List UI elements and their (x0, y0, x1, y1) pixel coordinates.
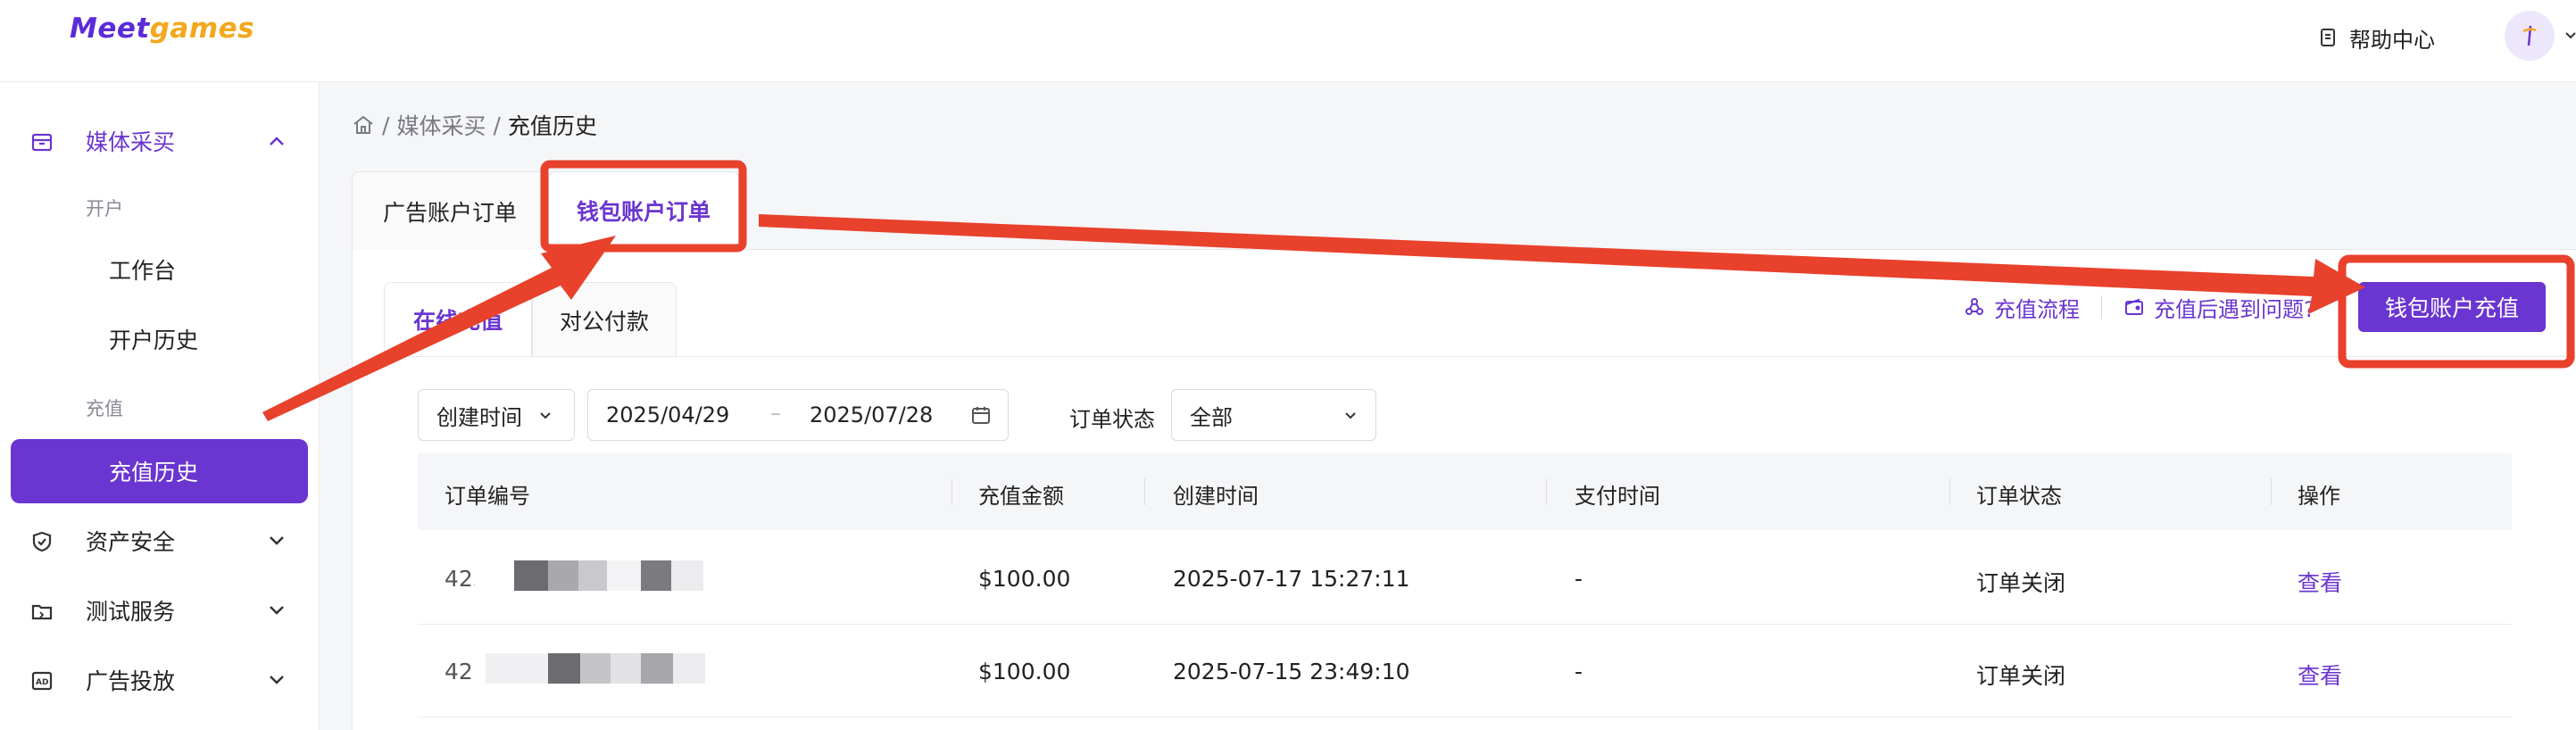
home-icon[interactable] (352, 113, 375, 137)
recharge-flow-link[interactable]: 充值流程 (1964, 292, 2080, 323)
order-status-select[interactable]: 全部 (1171, 389, 1376, 441)
col-amount: 充值金额 (978, 484, 1064, 509)
sidebar-item-open-history[interactable]: 开户历史 (109, 323, 198, 355)
sidebar-item-ad-delivery[interactable]: AD 广告投放 (0, 653, 320, 707)
created-time: 2025-07-17 15:27:11 (1173, 566, 1410, 592)
sidebar-item-asset-security[interactable]: 资产安全 (0, 514, 320, 568)
order-type-tabs: 广告账户订单 钱包账户订单 (352, 171, 2576, 250)
flow-icon (1965, 298, 1983, 315)
calendar-icon (972, 407, 990, 424)
ad-icon: AD (31, 671, 53, 691)
tab-wallet-account-orders[interactable]: 钱包账户订单 (548, 171, 739, 250)
redacted-order-number (475, 560, 703, 591)
date-start[interactable]: 2025/04/29 (606, 402, 729, 427)
tab-divider (384, 356, 2576, 357)
chevron-down-icon (270, 536, 284, 545)
amount: $100.00 (978, 566, 1071, 592)
date-end[interactable]: 2025/07/28 (810, 402, 933, 427)
shield-icon (32, 531, 52, 552)
breadcrumb-media[interactable]: 媒体采买 (396, 109, 486, 141)
avatar-glyph-icon (2522, 25, 2537, 46)
sidebar-item-test-service[interactable]: 测试服务 (0, 584, 320, 637)
sidebar-item-workbench[interactable]: 工作台 (109, 253, 176, 286)
view-link[interactable]: 查看 (2298, 566, 2342, 598)
document-icon (2321, 29, 2335, 46)
recharge-problem-link[interactable]: 充值后遇到问题? (2123, 292, 2315, 323)
view-link[interactable]: 查看 (2298, 659, 2342, 691)
sidebar-item-recharge-history[interactable]: 充值历史 (11, 439, 308, 503)
link-separator (2101, 295, 2102, 319)
created-time: 2025-07-15 23:49:10 (1173, 659, 1410, 684)
breadcrumb: / 媒体采买 / 充值历史 (352, 109, 597, 141)
order-status-label: 订单状态 (1069, 407, 1155, 432)
redacted-order-number (486, 653, 705, 684)
chevron-down-icon (270, 606, 284, 615)
col-order-no: 订单编号 (445, 484, 530, 509)
table-row: 425 $100.00 2025-07-17 15:27:11 - 订单关闭 查… (418, 532, 2512, 625)
group-title-open: 开户 (86, 198, 123, 220)
group-title-recharge: 充值 (86, 398, 123, 419)
wallet-icon (2125, 298, 2143, 315)
order-status: 订单关闭 (1976, 570, 2066, 596)
breadcrumb-current: 充值历史 (507, 113, 597, 139)
date-range-picker[interactable]: 2025/04/29 – 2025/07/28 (587, 389, 1009, 441)
chevron-up-icon (270, 137, 284, 145)
tab-online-recharge[interactable]: 在线充值 (384, 282, 532, 357)
help-center-link[interactable]: 帮助中心 (2317, 21, 2435, 54)
col-action: 操作 (2298, 484, 2340, 509)
svg-text:AD: AD (36, 678, 48, 687)
user-avatar[interactable] (2505, 11, 2555, 61)
tab-ad-account-orders[interactable]: 广告账户订单 (352, 171, 548, 250)
top-bar: Meetgames 帮助中心 (0, 0, 2576, 82)
help-links: 充值流程 充值后遇到问题? (1964, 291, 2315, 323)
chevron-down-icon[interactable] (2565, 30, 2576, 41)
sidebar-item-media[interactable]: 媒体采买 (0, 114, 320, 168)
brand-logo[interactable]: Meetgames (70, 12, 254, 45)
table-row: 42 $100.00 2025-07-15 23:49:10 - 订单关闭 查看 (418, 625, 2512, 718)
chevron-down-icon (270, 676, 284, 684)
col-status: 订单状态 (1976, 484, 2062, 509)
chevron-down-icon (1345, 412, 1356, 419)
shop-icon (31, 133, 53, 152)
folder-icon (31, 604, 53, 620)
col-created: 创建时间 (1173, 484, 1259, 509)
paid-time: - (1575, 659, 1583, 684)
order-status: 订单关闭 (1976, 663, 2066, 689)
amount: $100.00 (978, 659, 1071, 684)
order-no: 42 (445, 659, 473, 684)
wallet-recharge-button[interactable]: 钱包账户充值 (2358, 282, 2546, 332)
chevron-down-icon (540, 412, 551, 419)
table-header: 订单编号 充值金额 创建时间 支付时间 订单状态 操作 (418, 453, 2512, 530)
time-type-select[interactable]: 创建时间 (418, 389, 575, 441)
sidebar: 媒体采买 开户 工作台 开户历史 充值 充值历史 资产安全 测试服务 AD 广告… (0, 82, 320, 730)
paid-time: - (1575, 566, 1583, 592)
tab-corporate-payment[interactable]: 对公付款 (532, 282, 677, 357)
col-paid: 支付时间 (1575, 484, 1660, 509)
